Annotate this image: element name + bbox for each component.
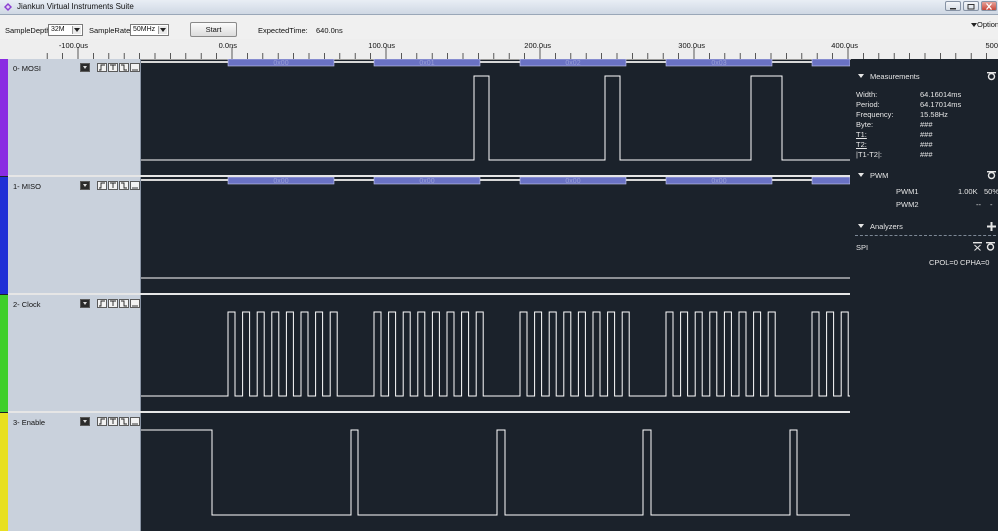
expected-time-label: ExpectedTime: [258, 26, 308, 35]
tick-label: 500 [985, 41, 998, 50]
analyzer-settings-icon[interactable] [986, 242, 995, 251]
minimize-icon [950, 8, 956, 10]
measure-label-t2[interactable]: T2: [856, 140, 867, 149]
restore-icon [967, 4, 975, 10]
decode-value: 0x00 [419, 178, 434, 185]
pwm2-label: PWM2 [896, 200, 919, 209]
collapse-triangle-icon [858, 173, 864, 177]
pwm-section-header[interactable]: PWM [851, 170, 998, 182]
options-label: Options [977, 20, 998, 29]
measure-label-byte: Byte: [856, 120, 874, 129]
start-button[interactable]: Start [190, 22, 237, 37]
decode-value: 0x01 [419, 60, 434, 67]
close-icon [986, 3, 992, 10]
measure-value-t1-t2: ### [920, 150, 933, 159]
measure-label-width: Width: [856, 90, 878, 99]
measure-value-byte: ### [920, 120, 933, 129]
chevron-down-icon [74, 28, 80, 32]
sample-depth-label: SampleDepth [5, 26, 51, 35]
measure-label-period: Period: [856, 100, 880, 109]
decode-value: 0x00 [565, 178, 580, 185]
measure-value-width: 64.16014ms [920, 90, 962, 99]
measure-value-frequency: 15.58Hz [920, 110, 948, 119]
pwm1-frequency: 1.00K [958, 187, 978, 196]
measurements-title: Measurements [870, 72, 920, 81]
decode-segment[interactable] [811, 177, 850, 185]
window-title: Jiankun Virtual Instruments Suite [17, 2, 134, 11]
channel-mosi: 0- MOSI 0x00 0x01 0x02 0x03 [0, 59, 850, 177]
pwm2-frequency: -- [976, 200, 981, 209]
collapse-triangle-icon [858, 224, 864, 228]
measure-value-period: 64.17014ms [920, 100, 962, 109]
decode-value: 0x02 [565, 60, 580, 67]
maximize-button[interactable] [963, 1, 979, 11]
enable-waveform [141, 429, 850, 516]
decode-segment[interactable] [811, 59, 850, 67]
toolbar: SampleDepth 32M SampleRate 50MHz Start E… [0, 15, 998, 40]
sample-rate-value: 50MHz [133, 26, 156, 33]
add-icon[interactable] [987, 222, 996, 231]
pwm-title: PWM [870, 171, 889, 180]
minimize-button[interactable] [945, 1, 961, 11]
measure-label-t1-t2: |T1-T2|: [856, 150, 882, 159]
tick-label: 100.0us [368, 41, 395, 50]
time-ruler[interactable]: -100.0us 0.0ns 100.0us 200.0us 300.0us 4… [0, 39, 998, 60]
channel-clock: 2- Clock [0, 295, 850, 413]
chevron-down-icon [160, 28, 166, 32]
decode-value: 0x03 [711, 60, 726, 67]
side-panel: Measurements Width: 64.16014ms Period: 6… [851, 59, 998, 531]
channel-miso: 1- MISO 0x00 0x00 0x00 0x00 [0, 177, 850, 295]
pwm1-duty: 50% [984, 187, 998, 196]
measure-label-frequency: Frequency: [856, 110, 894, 119]
measure-value-t2: ### [920, 140, 933, 149]
measurements-section-header[interactable]: Measurements [851, 71, 998, 83]
analyzers-divider [855, 235, 996, 236]
sample-rate-select[interactable]: 50MHz [130, 24, 169, 36]
tick-label: 0.0ns [218, 41, 237, 50]
sample-depth-value: 32M [51, 26, 65, 33]
close-button[interactable] [981, 1, 997, 11]
mosi-waveform: 0x00 0x01 0x02 0x03 [141, 59, 850, 161]
clock-waveform [141, 311, 850, 397]
clock-signal-trace [141, 311, 850, 397]
app-logo-icon [4, 3, 12, 11]
tick-label: 400.0us [831, 41, 858, 50]
measure-label-t1[interactable]: T1: [856, 130, 867, 139]
measure-value-t1: ### [920, 130, 933, 139]
channel-enable: 3- Enable [0, 413, 850, 531]
decode-value: 0x00 [273, 178, 288, 185]
remove-analyzer-icon[interactable] [973, 242, 982, 251]
analyzers-title: Analyzers [870, 222, 903, 231]
tick-label: -100.0us [58, 41, 88, 50]
settings-icon[interactable] [987, 72, 996, 81]
pwm1-label: PWM1 [896, 187, 919, 196]
decode-value: 0x00 [273, 60, 288, 67]
sample-rate-label: SampleRate [89, 26, 131, 35]
enable-signal-trace [141, 429, 850, 516]
miso-waveform: 0x00 0x00 0x00 0x00 [141, 177, 850, 279]
mosi-signal-trace [141, 75, 850, 161]
analyzers-section-header[interactable]: Analyzers [851, 221, 998, 233]
sample-depth-select[interactable]: 32M [48, 24, 83, 36]
analyzer-settings: CPOL=0 CPHA=0 [929, 258, 990, 267]
decode-value: 0x00 [711, 178, 726, 185]
options-menu[interactable]: Options [971, 20, 998, 29]
settings-icon[interactable] [987, 171, 996, 180]
analyzer-name: SPI [856, 243, 869, 252]
tick-label: 200.0us [524, 41, 551, 50]
tick-label: 300.0us [678, 41, 705, 50]
collapse-triangle-icon [858, 74, 864, 78]
title-bar: Jiankun Virtual Instruments Suite [0, 0, 998, 15]
pwm2-duty: - [990, 200, 993, 209]
expected-time-value: 640.0ns [316, 26, 343, 35]
